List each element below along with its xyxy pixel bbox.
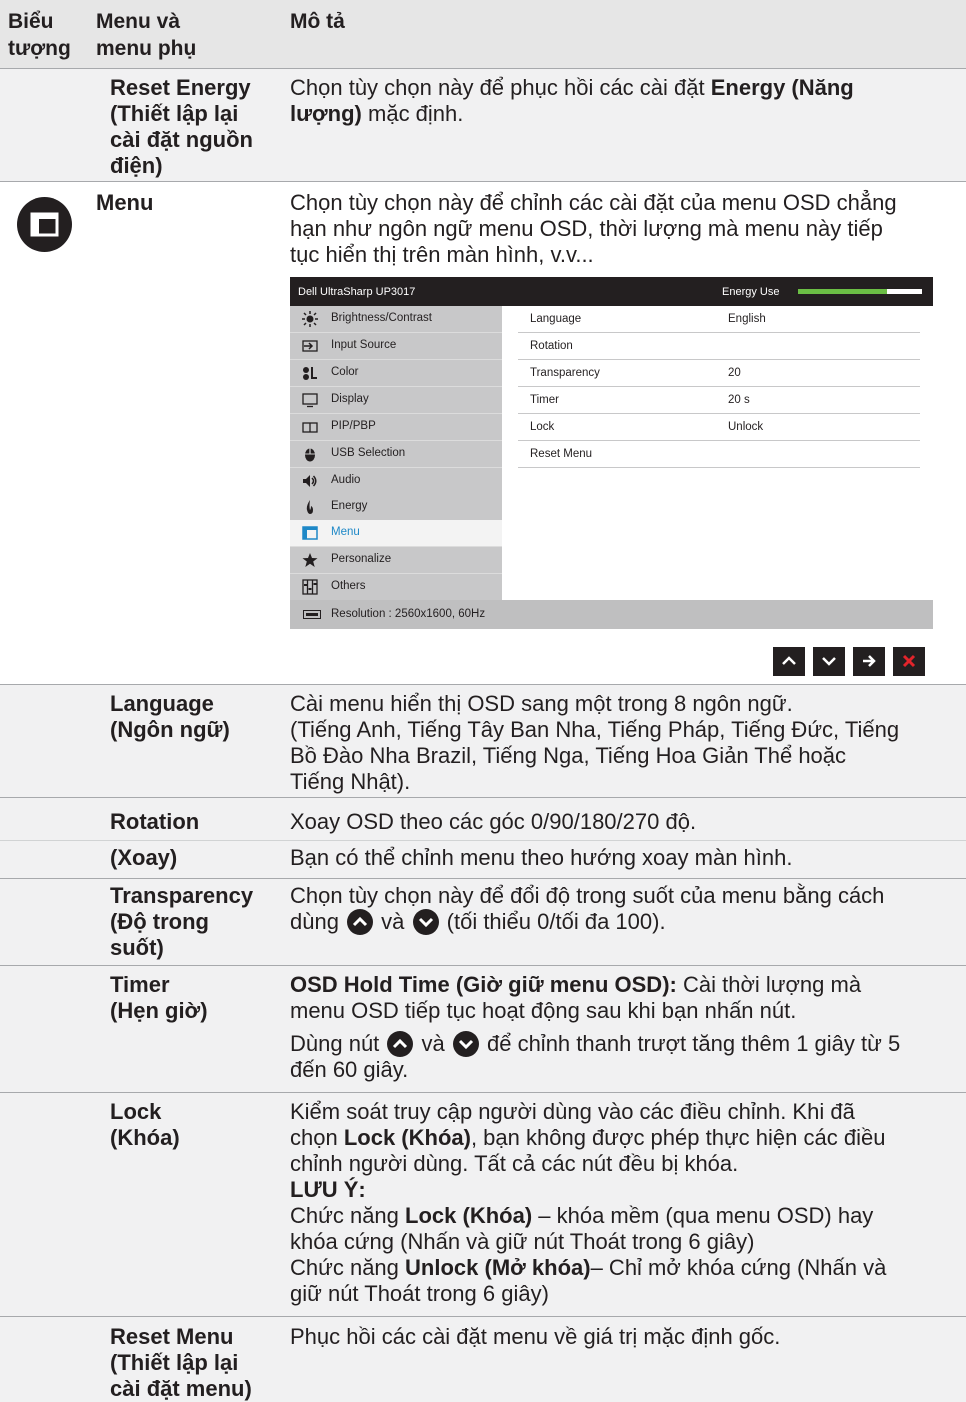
osd-menu-item-usb-selection[interactable]: USB Selection — [290, 441, 502, 467]
timer-description: OSD Hold Time (Giờ giữ menu OSD): Cài th… — [290, 972, 901, 1082]
osd-title-bar: Dell UltraSharp UP3017 Energy Use — [290, 277, 933, 306]
rotation-description-1: Xoay OSD theo các góc 0/90/180/270 độ. — [290, 809, 697, 834]
osd-menu-item-color[interactable]: Color — [290, 360, 502, 386]
rotation-name: Rotation — [110, 809, 200, 834]
menu-icon — [17, 197, 72, 252]
language-description: Cài menu hiển thị OSD sang một trong 8 n… — [290, 691, 900, 794]
osd-menu-item-label: Brightness/Contrast — [331, 312, 432, 324]
osd-menu-item-audio[interactable]: Audio — [290, 468, 502, 494]
up-button-icon — [387, 1031, 414, 1057]
header-icon-column: Biểu tượng — [8, 10, 71, 60]
rotation-description-2: Bạn có thể chỉnh menu theo hướng xoay mà… — [290, 845, 793, 870]
resolution-icon — [303, 610, 321, 619]
osd-menu-item-label: Input Source — [331, 339, 397, 351]
transparency-name: Transparency (Độ trong suốt) — [110, 883, 254, 960]
language-name: Language (Ngôn ngữ) — [110, 691, 230, 742]
pip-pbp-icon — [302, 419, 318, 435]
reset-energy-description: Chọn tùy chọn này để phục hồi các cài đặ… — [290, 75, 854, 126]
nav-down-button[interactable] — [813, 647, 845, 676]
nav-up-button[interactable] — [773, 647, 805, 676]
osd-menu-item-others[interactable]: Others — [290, 574, 502, 600]
menu-description: Chọn tùy chọn này để chỉnh các cài đặt c… — [290, 190, 897, 267]
osd-menu-item-label: PIP/PBP — [331, 420, 376, 432]
osd-setting-row[interactable]: Rotation — [518, 333, 920, 360]
nav-select-button[interactable] — [853, 647, 885, 676]
close-icon — [902, 654, 916, 668]
osd-setting-name: Rotation — [530, 340, 573, 352]
osd-status-bar: Resolution : 2560x1600, 60Hz — [290, 600, 933, 629]
energy-use-bar — [798, 289, 922, 294]
input-source-icon — [302, 338, 318, 354]
chevron-up-icon — [782, 656, 796, 665]
audio-icon — [302, 473, 318, 489]
osd-menu-item-menu[interactable]: Menu — [290, 520, 502, 546]
others-icon — [302, 579, 318, 595]
divider — [0, 840, 966, 841]
up-button-icon — [347, 909, 374, 935]
resolution-text: Resolution : 2560x1600, 60Hz — [331, 608, 486, 620]
osd-title: Dell UltraSharp UP3017 — [298, 286, 416, 298]
osd-setting-row[interactable]: Lock Unlock — [518, 414, 920, 441]
osd-menu-item-label: Personalize — [331, 553, 392, 565]
divider — [0, 181, 966, 182]
menu-icon — [302, 525, 318, 541]
osd-setting-name: Language — [530, 313, 582, 325]
color-icon — [302, 365, 318, 381]
rotation-name-vi: (Xoay) — [110, 845, 178, 870]
down-button-icon — [412, 909, 439, 935]
header-menu-column: Menu và menu phụ — [96, 10, 197, 60]
brightness-icon — [302, 311, 318, 327]
osd-menu-item-label: Audio — [331, 474, 361, 486]
osd-setting-row[interactable]: Transparency 20 — [518, 360, 920, 387]
osd-setting-row[interactable]: Timer 20 s — [518, 387, 920, 414]
osd-menu-item-label: Others — [331, 580, 366, 592]
osd-menu-item-label: Color — [331, 366, 359, 378]
osd-menu-item-input-source[interactable]: Input Source — [290, 333, 502, 359]
star-icon — [302, 552, 318, 568]
osd-menu-item-label: Display — [331, 393, 369, 405]
energy-use-fill — [798, 289, 888, 294]
osd-menu-item-display[interactable]: Display — [290, 387, 502, 413]
osd-setting-value: 20 — [728, 367, 741, 379]
osd-menu-item-personalize[interactable]: Personalize — [290, 547, 502, 573]
down-button-icon — [452, 1031, 479, 1057]
osd-setting-value: English — [728, 313, 766, 325]
osd-menu-item-pip-pbp[interactable]: PIP/PBP — [290, 414, 502, 440]
usb-icon — [302, 446, 318, 462]
osd-setting-value: 20 s — [728, 394, 750, 406]
menu-name: Menu — [96, 190, 154, 215]
osd-setting-row[interactable]: Reset Menu — [518, 441, 920, 468]
osd-setting-name: Transparency — [530, 367, 600, 379]
energy-icon — [302, 499, 318, 515]
lock-name: Lock (Khóa) — [110, 1099, 180, 1150]
osd-setting-name: Lock — [530, 421, 555, 433]
osd-menu-item-label: Menu — [331, 526, 360, 538]
osd-setting-value: Unlock — [728, 421, 764, 433]
transparency-description: Chọn tùy chọn này để đổi độ trong suốt c… — [290, 883, 885, 935]
chevron-down-icon — [822, 657, 836, 666]
timer-name: Timer (Hẹn giờ) — [110, 972, 208, 1023]
reset-menu-name: Reset Menu (Thiết lập lại cài đặt menu) — [110, 1324, 252, 1401]
energy-use-label: Energy Use — [722, 286, 780, 298]
reset-menu-description: Phục hồi các cài đặt menu về giá trị mặc… — [290, 1324, 781, 1349]
osd-setting-name: Reset Menu — [530, 448, 593, 460]
display-icon — [302, 392, 318, 408]
reset-energy-name: Reset Energy (Thiết lập lại cài đặt nguồ… — [110, 75, 253, 178]
osd-menu-item-energy[interactable]: Energy — [290, 494, 502, 520]
osd-menu-item-label: USB Selection — [331, 447, 406, 459]
note-label: LƯU Ý: — [290, 1177, 366, 1202]
osd-setting-name: Timer — [530, 394, 559, 406]
nav-exit-button[interactable] — [893, 647, 925, 676]
osd-menu-item-label: Energy — [331, 500, 368, 512]
arrow-right-icon — [863, 655, 876, 667]
lock-description: Kiểm soát truy cập người dùng vào các đi… — [290, 1099, 887, 1306]
osd-menu: Dell UltraSharp UP3017 Energy Use Resolu… — [290, 277, 933, 629]
osd-setting-row[interactable]: Language English — [518, 306, 920, 333]
osd-menu-item-brightness-contrast[interactable]: Brightness/Contrast — [290, 306, 502, 332]
header-description-column: Mô tả — [290, 10, 345, 33]
